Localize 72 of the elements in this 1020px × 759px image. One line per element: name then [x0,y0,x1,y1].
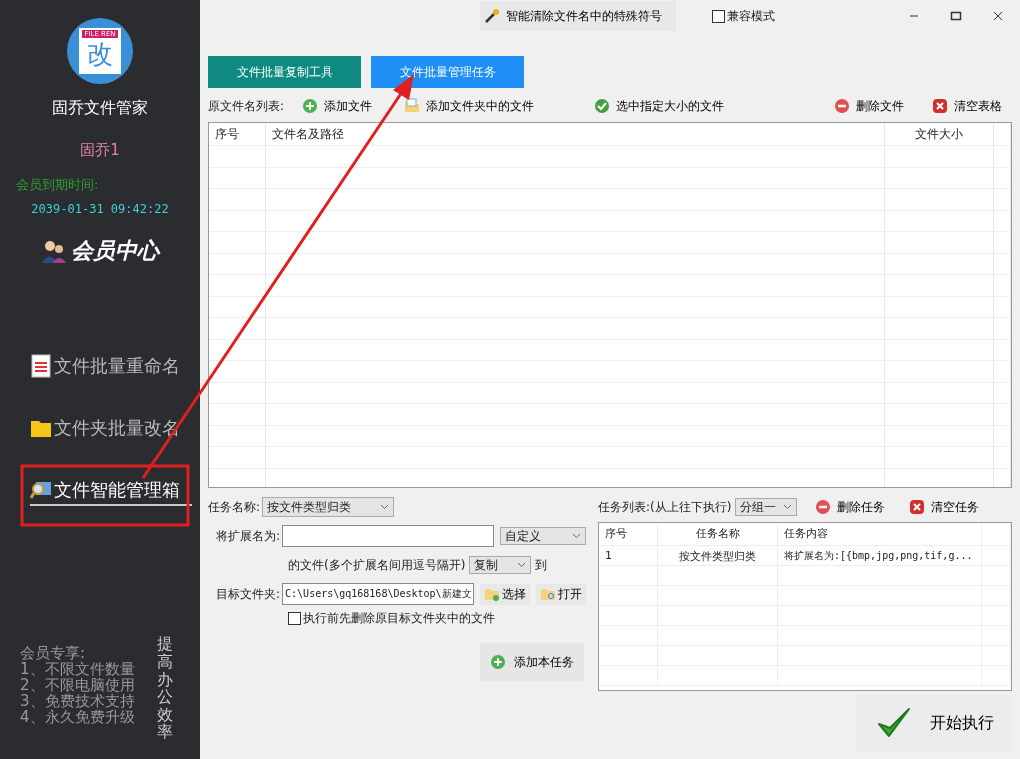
folder-icon [404,98,421,114]
start-button[interactable]: 开始执行 [856,695,1012,751]
expiry-label: 会员到期时间: [16,176,99,194]
perk-text: 2、不限电脑使用 [20,677,135,694]
file-list-label: 原文件名列表: [208,97,285,115]
extension-input[interactable] [282,525,495,547]
task-name-label: 任务名称: [208,498,261,516]
folder-search-icon [540,587,557,601]
toolbar-button[interactable]: 清空表格 [922,97,1012,115]
folder-icon [30,418,52,438]
add-icon [490,654,506,670]
compat-mode-checkbox[interactable]: 兼容模式 [712,7,775,25]
caret-icon [572,533,582,539]
magnifier-icon [30,480,52,500]
people-icon [41,238,67,264]
task-list-label: 任务列表:(从上往下执行) [598,498,732,516]
table-cell: 按文件类型归类 [658,546,778,565]
toolbar-button[interactable]: 选中指定大小的文件 [584,97,735,115]
slogan-text: 提高办公效率 [156,635,173,741]
maximize-icon[interactable] [950,10,962,22]
checkmark-icon [876,706,912,740]
to-text: 到 [535,556,548,574]
table-cell: 1 [599,546,658,565]
document-icon [30,354,52,378]
column-header[interactable]: 序号 [599,523,658,545]
expiry-date: 2039-01-31 09:42:22 [31,202,169,216]
task-name-dropdown[interactable]: 按文件类型归类 [262,497,395,517]
table-cell: 将扩展名为:[{bmp,jpg,png,tif,g... [778,546,982,565]
group-dropdown[interactable]: 分组一 [735,498,798,516]
perk-text: 1、不限文件数量 [20,661,135,678]
minus-icon [815,499,832,515]
task-action-button[interactable]: 删除任务 [801,498,892,516]
extension-mode-dropdown[interactable]: 自定义 [500,527,587,545]
toolbar-button[interactable]: 添加文件 [292,97,383,115]
task-action-button[interactable]: 清空任务 [895,498,986,516]
column-header[interactable]: 文件大小 [885,123,994,145]
column-header[interactable]: 任务名称 [658,523,778,545]
caret-icon [517,562,527,568]
minus-icon [834,98,850,114]
check-icon [594,98,611,114]
magic-wand-icon [484,8,500,24]
column-header[interactable]: 序号 [209,123,266,145]
close-icon [909,499,926,515]
close-icon[interactable] [992,10,1004,22]
add-icon [302,98,319,114]
target-folder-label: 目标文件夹: [216,585,281,603]
column-header[interactable]: 文件名及路径 [266,123,885,145]
action-dropdown[interactable]: 复制 [469,556,532,574]
target-folder-input[interactable]: C:\Users\gq168168\Desktop\新建文 [282,583,475,605]
open-button[interactable]: 打开 [536,583,587,605]
column-header[interactable]: 任务内容 [778,523,982,545]
app-name: 固乔文件管家 [52,98,148,119]
tab[interactable]: 文件批量复制工具 [208,56,361,88]
choose-button[interactable]: 选择 [480,583,531,605]
files-note-text: 的文件(多个扩展名间用逗号隔开) [288,556,466,574]
perk-text: 4、永久免费升级 [20,709,135,726]
member-center-link[interactable]: 会员中心 [71,236,159,266]
user-name: 固乔1 [80,141,120,160]
close-icon [932,98,948,114]
sidebar-nav-item[interactable]: 文件批量重命名 [30,354,200,378]
caret-icon [783,504,793,510]
toolbar-button[interactable]: 删除文件 [824,97,914,115]
perk-text: 会员专享: [20,645,86,662]
sidebar-nav-item[interactable]: 文件智能管理箱 [30,478,192,506]
add-task-button[interactable]: 添加本任务 [480,643,584,681]
extension-label: 将扩展名为: [216,527,281,545]
toolbar-button[interactable]: 添加文件夹中的文件 [394,97,545,115]
delete-first-checkbox[interactable]: 执行前先删除原目标文件夹中的文件 [288,610,592,627]
clean-symbols-button[interactable]: 智能清除文件名中的特殊符号 [480,1,676,31]
perk-text: 3、免费技术支持 [20,693,135,710]
caret-icon [380,504,390,510]
folder-add-icon [484,587,501,601]
